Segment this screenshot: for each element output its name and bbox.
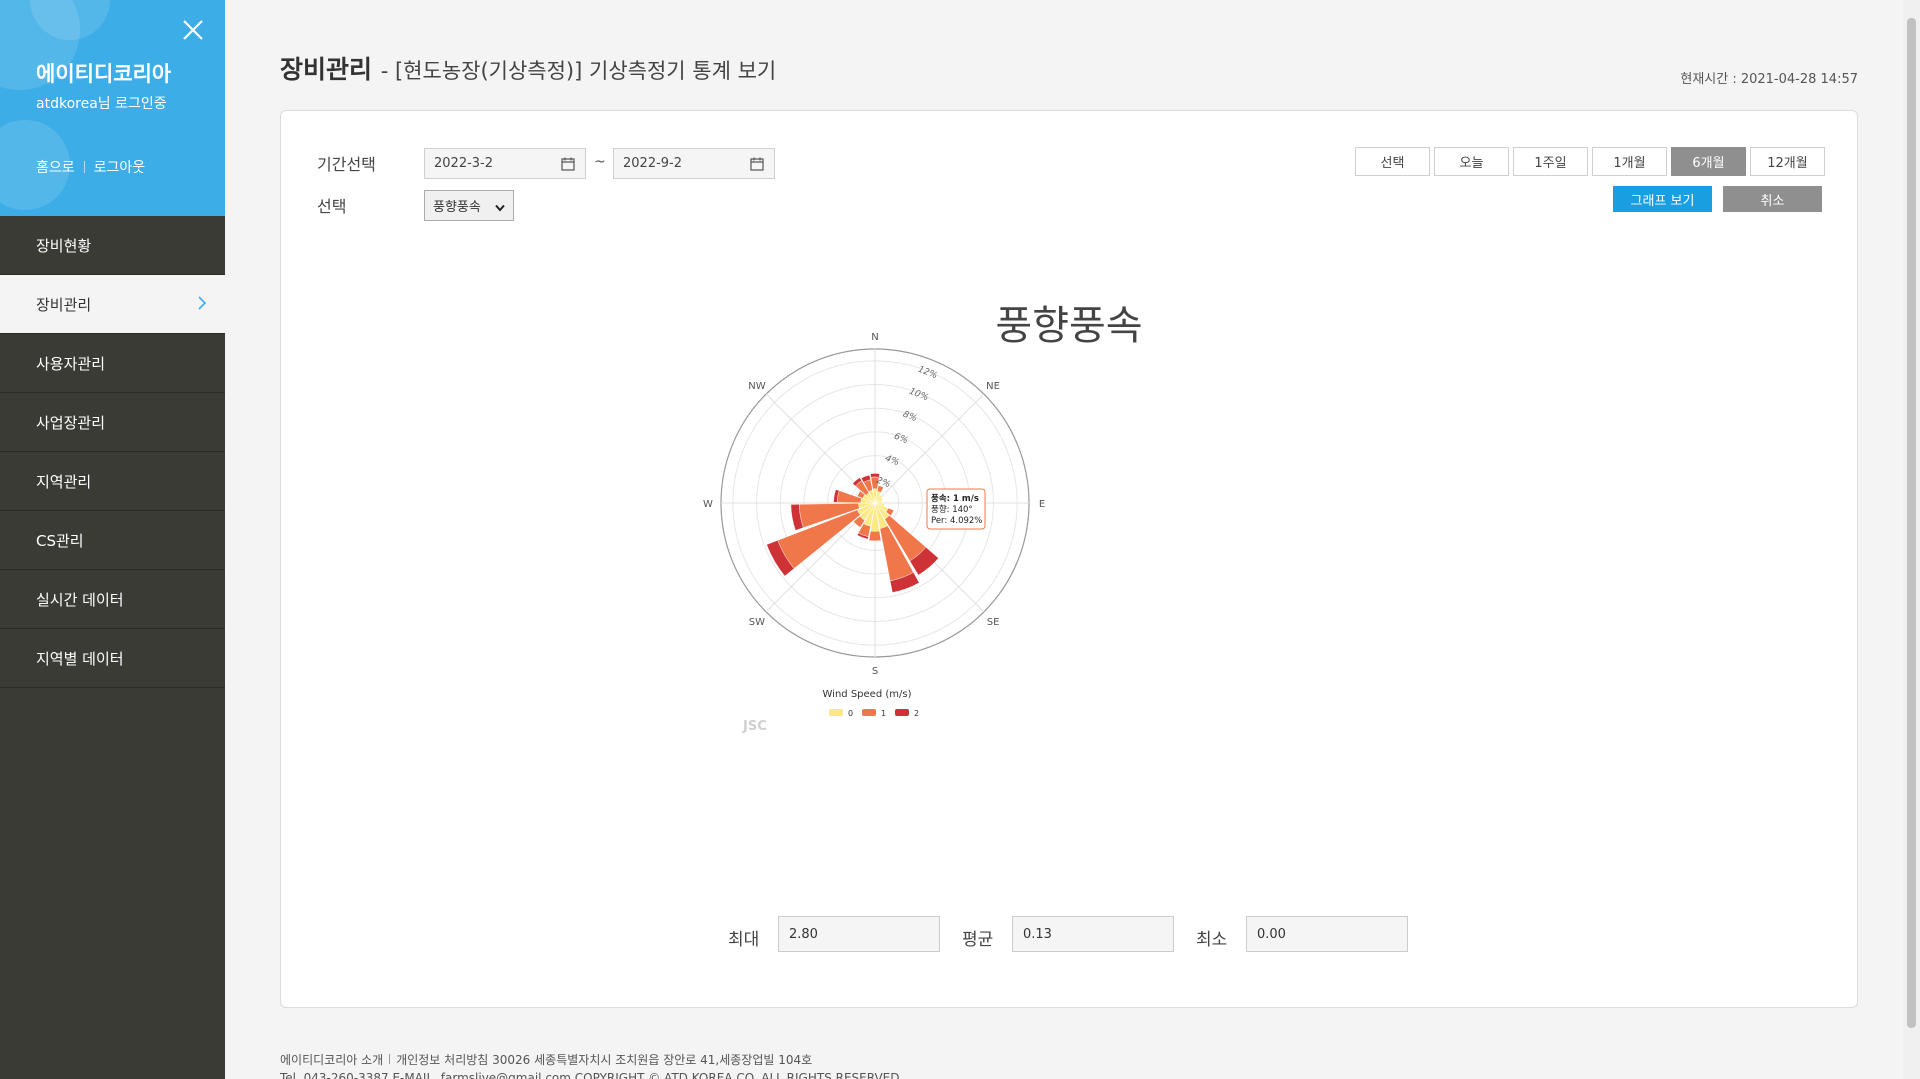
chart-tooltip: 풍속: 1 m/s풍향: 140°Per: 4.092%	[926, 488, 986, 530]
page-title: 장비관리 - [현도농장(기상측정)] 기상측정기 통계 보기	[280, 50, 776, 86]
radial-tick-label: 12%	[916, 365, 938, 382]
vertical-scrollbar[interactable]	[1903, 0, 1920, 1079]
sidebar-menu: 장비현황 장비관리 사용자관리 사업장관리 지역관리 CS관리 실시간 데이터 …	[0, 216, 225, 688]
scrollbar-thumb[interactable]	[1907, 18, 1916, 1028]
login-status: atdkorea님 로그인중	[36, 96, 167, 112]
wind-rose-chart: NNEESESSWWNW2%4%6%8%10%12% Wind Speed (m…	[703, 332, 1045, 734]
avg-label: 평균	[962, 930, 994, 950]
sidebar-item-realtime-data[interactable]: 실시간 데이터	[0, 570, 225, 629]
footer-divider	[389, 1054, 391, 1064]
current-time: 현재시간 : 2021-04-28 14:57	[1680, 72, 1858, 87]
sidebar-item-label: 사업장관리	[36, 413, 106, 432]
tooltip-line: Per: 4.092%	[931, 516, 982, 526]
sidebar-item-label: 장비관리	[36, 295, 92, 314]
page-subtitle: - [현도농장(기상측정)] 기상측정기 통계 보기	[380, 59, 777, 83]
min-value-field: 0.00	[1246, 916, 1408, 952]
direction-label: N	[871, 332, 878, 343]
max-label: 최대	[728, 930, 760, 950]
max-value-field: 2.80	[778, 916, 940, 952]
footer-contact: Tel. 043-260-3387 E-MAIL. farmslive@gmai…	[280, 1071, 900, 1079]
sidebar-item-label: 사용자관리	[36, 354, 106, 373]
page-title-main: 장비관리	[280, 55, 373, 84]
link-divider	[83, 161, 85, 173]
radial-tick-label: 8%	[901, 410, 918, 425]
sidebar-item-label: 지역관리	[36, 472, 92, 491]
wind-bar-speed-1	[836, 490, 862, 503]
footer-about-link[interactable]: 에이티디코리아 소개	[280, 1053, 383, 1067]
direction-label: E	[1039, 499, 1045, 510]
sidebar: 에이티디코리아 atdkorea님 로그인중 홈으로 로그아웃 장비현황 장비관…	[0, 0, 225, 1079]
grid-spoke	[874, 393, 985, 504]
legend-title: Wind Speed (m/s)	[823, 689, 912, 700]
sidebar-item-equipment-management[interactable]: 장비관리	[0, 275, 225, 334]
sidebar-item-site-management[interactable]: 사업장관리	[0, 393, 225, 452]
home-link[interactable]: 홈으로	[36, 157, 75, 177]
chart-bars	[766, 473, 939, 593]
sidebar-item-region-management[interactable]: 지역관리	[0, 452, 225, 511]
brand-name: 에이티디코리아	[36, 62, 172, 86]
footer: 에이티디코리아 소개 개인정보 처리방침 30026 세종특별자치시 조치원읍 장…	[280, 1051, 812, 1068]
chart-legend: Wind Speed (m/s) 0 1 2 JSC	[742, 689, 919, 734]
sidebar-header: 에이티디코리아 atdkorea님 로그인중 홈으로 로그아웃	[0, 0, 225, 216]
chevron-right-icon	[197, 295, 207, 315]
wind-bar-speed-1	[868, 530, 882, 542]
sidebar-item-label: CS관리	[36, 531, 84, 550]
legend-label: 1	[881, 709, 886, 718]
sidebar-item-label: 실시간 데이터	[36, 590, 124, 609]
sidebar-item-label: 장비현황	[36, 236, 92, 255]
legend-swatch	[829, 709, 843, 716]
sidebar-item-cs-management[interactable]: CS관리	[0, 511, 225, 570]
legend-swatch	[895, 709, 909, 716]
direction-label: S	[872, 666, 878, 677]
legend-label: 2	[914, 709, 919, 718]
footer-privacy-address[interactable]: 개인정보 처리방침 30026 세종특별자치시 조치원읍 장안로 41,세종장업…	[396, 1053, 812, 1067]
header-links: 홈으로 로그아웃	[36, 157, 145, 177]
close-icon[interactable]	[181, 18, 205, 42]
legend-swatch	[862, 709, 876, 716]
chart-watermark: JSC	[742, 719, 767, 734]
direction-label: W	[703, 499, 713, 510]
radial-tick-label: 10%	[907, 387, 929, 404]
sidebar-item-user-management[interactable]: 사용자관리	[0, 334, 225, 393]
avg-value-field: 0.13	[1012, 916, 1174, 952]
direction-label: SW	[749, 617, 765, 628]
sidebar-item-regional-data[interactable]: 지역별 데이터	[0, 629, 225, 688]
min-label: 최소	[1196, 930, 1228, 950]
legend-label: 0	[848, 709, 853, 718]
logout-link[interactable]: 로그아웃	[94, 157, 146, 177]
tooltip-line: 풍향: 140°	[931, 505, 973, 515]
statistics-panel: 기간선택 2022-3-2 ~ 2022-9-2 선택 풍향풍속 선택 오늘 1…	[280, 110, 1858, 1008]
direction-label: SE	[987, 617, 1000, 628]
radial-tick-label: 4%	[884, 454, 901, 469]
direction-label: NE	[986, 381, 1000, 392]
sidebar-item-label: 지역별 데이터	[36, 649, 124, 668]
sidebar-item-equipment-status[interactable]: 장비현황	[0, 216, 225, 275]
radial-tick-label: 6%	[892, 432, 909, 447]
tooltip-line: 풍속: 1 m/s	[931, 493, 979, 504]
direction-label: NW	[748, 381, 765, 392]
